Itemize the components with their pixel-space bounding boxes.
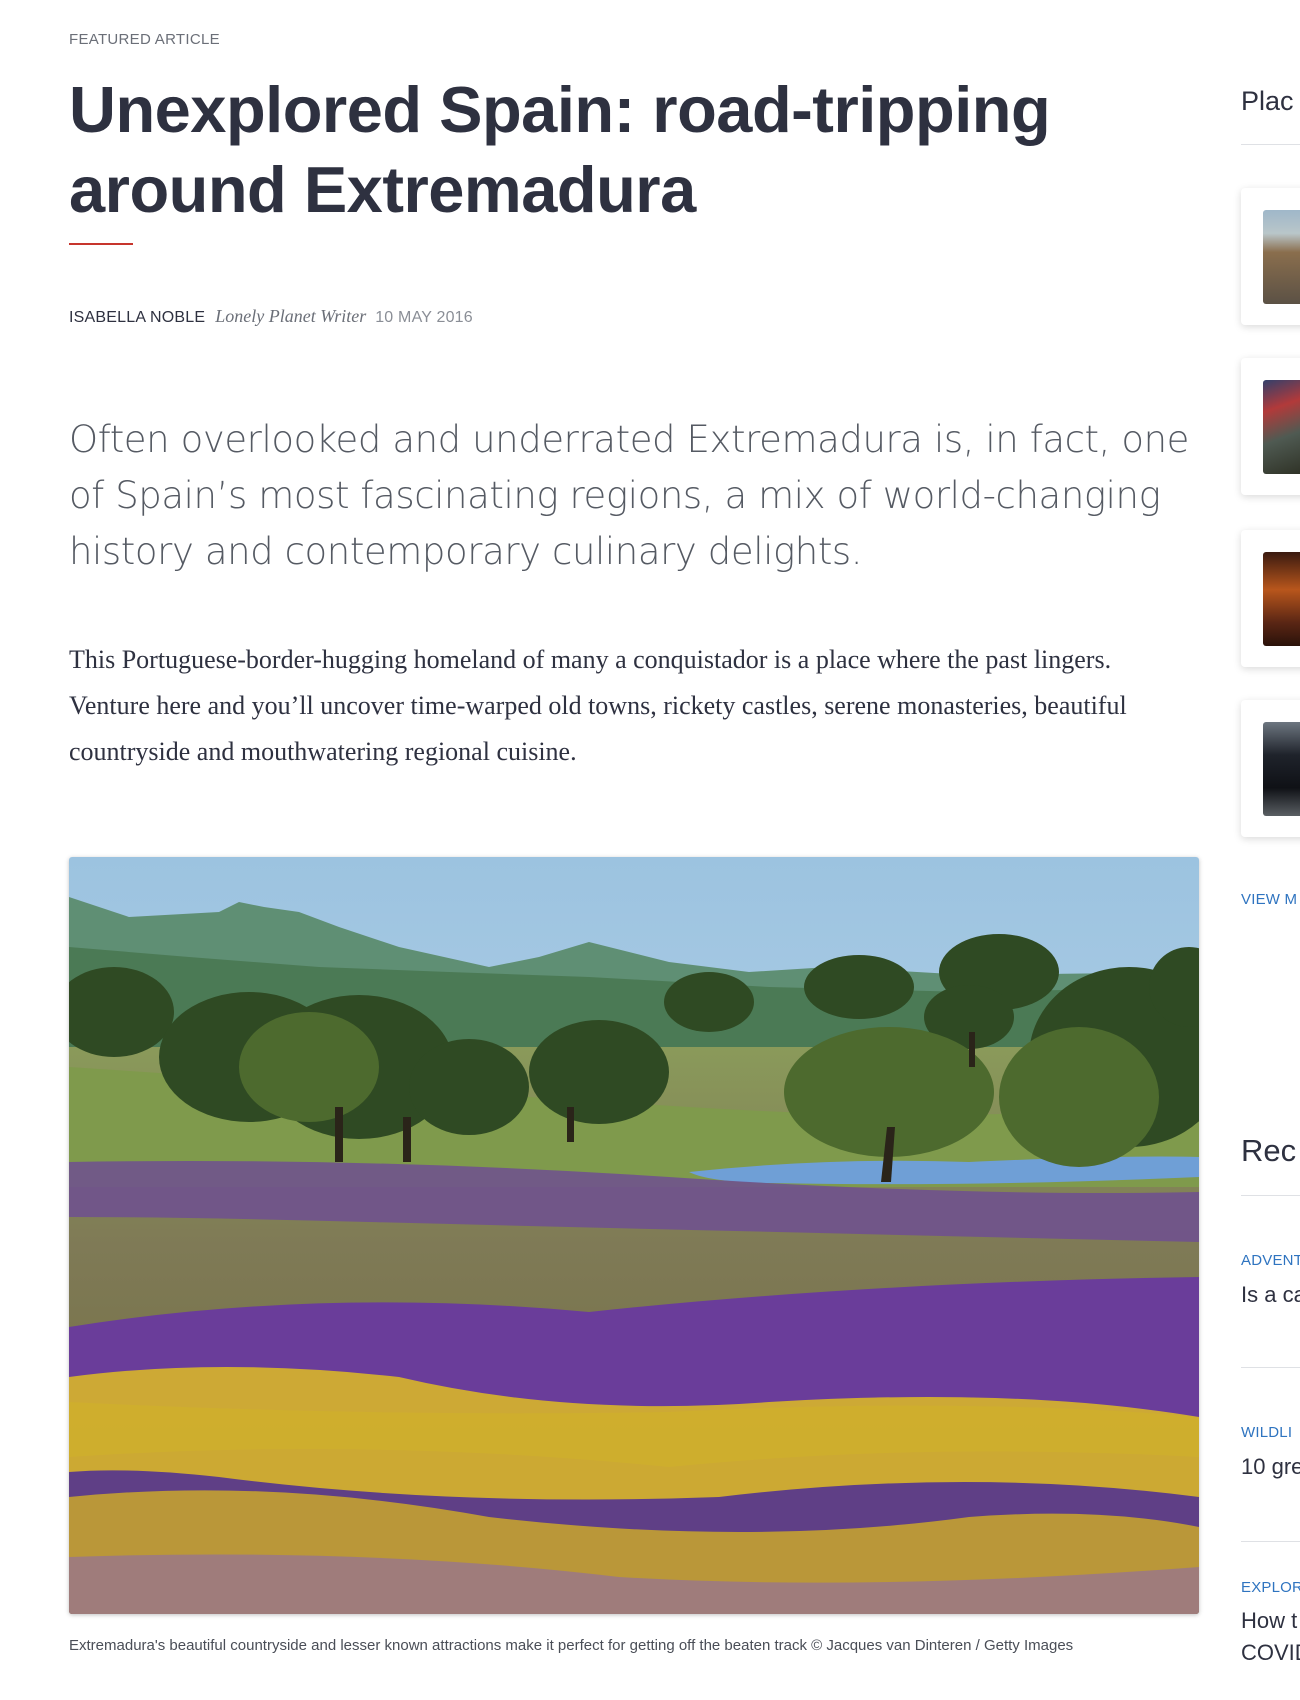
sidebar: Plac VIEW M Rec ADVENT Is a ca WILDLI 10… (1241, 0, 1300, 1700)
article-lede: Often overlooked and underrated Extremad… (69, 418, 1190, 573)
recommended-divider (1241, 1195, 1300, 1196)
places-heading: Plac (1241, 86, 1294, 116)
article-title: Unexplored Spain: road-tripping around E… (69, 73, 1051, 226)
place-card[interactable] (1241, 358, 1300, 495)
author-name[interactable]: ISABELLA NOBLE (69, 309, 205, 327)
hero-photo (69, 857, 1199, 1614)
rec-item-category[interactable]: EXPLOR (1241, 1579, 1300, 1596)
rec-item-title[interactable]: How t (1241, 1605, 1297, 1637)
title-accent-rule (69, 243, 133, 245)
rec-item-title[interactable]: 10 gre (1241, 1451, 1300, 1483)
place-thumbnail (1263, 552, 1300, 646)
article-body-paragraph: This Portuguese-border-hugging homeland … (69, 645, 1127, 766)
rec-divider (1241, 1367, 1300, 1368)
rec-item-category[interactable]: WILDLI (1241, 1424, 1292, 1441)
place-thumbnail (1263, 210, 1300, 304)
article-kicker: FEATURED ARTICLE (69, 31, 220, 48)
view-more-link[interactable]: VIEW M (1241, 891, 1297, 908)
place-card[interactable] (1241, 700, 1300, 837)
place-card[interactable] (1241, 188, 1300, 325)
publish-date: 10 MAY 2016 (375, 309, 473, 326)
place-thumbnail (1263, 380, 1300, 474)
rec-divider (1241, 1541, 1300, 1542)
place-thumbnail (1263, 722, 1300, 816)
rec-item-title-line2[interactable]: COVID (1241, 1637, 1300, 1669)
rec-item-category[interactable]: ADVENT (1241, 1252, 1300, 1269)
recommended-heading: Rec (1241, 1133, 1297, 1168)
place-card[interactable] (1241, 530, 1300, 667)
author-role: Lonely Planet Writer (215, 306, 367, 326)
byline: ISABELLA NOBLE Lonely Planet Writer 10 M… (69, 306, 473, 327)
places-divider (1241, 144, 1300, 145)
rec-item-title[interactable]: Is a ca (1241, 1279, 1300, 1311)
photo-caption: Extremadura's beautiful countryside and … (69, 1637, 1074, 1654)
